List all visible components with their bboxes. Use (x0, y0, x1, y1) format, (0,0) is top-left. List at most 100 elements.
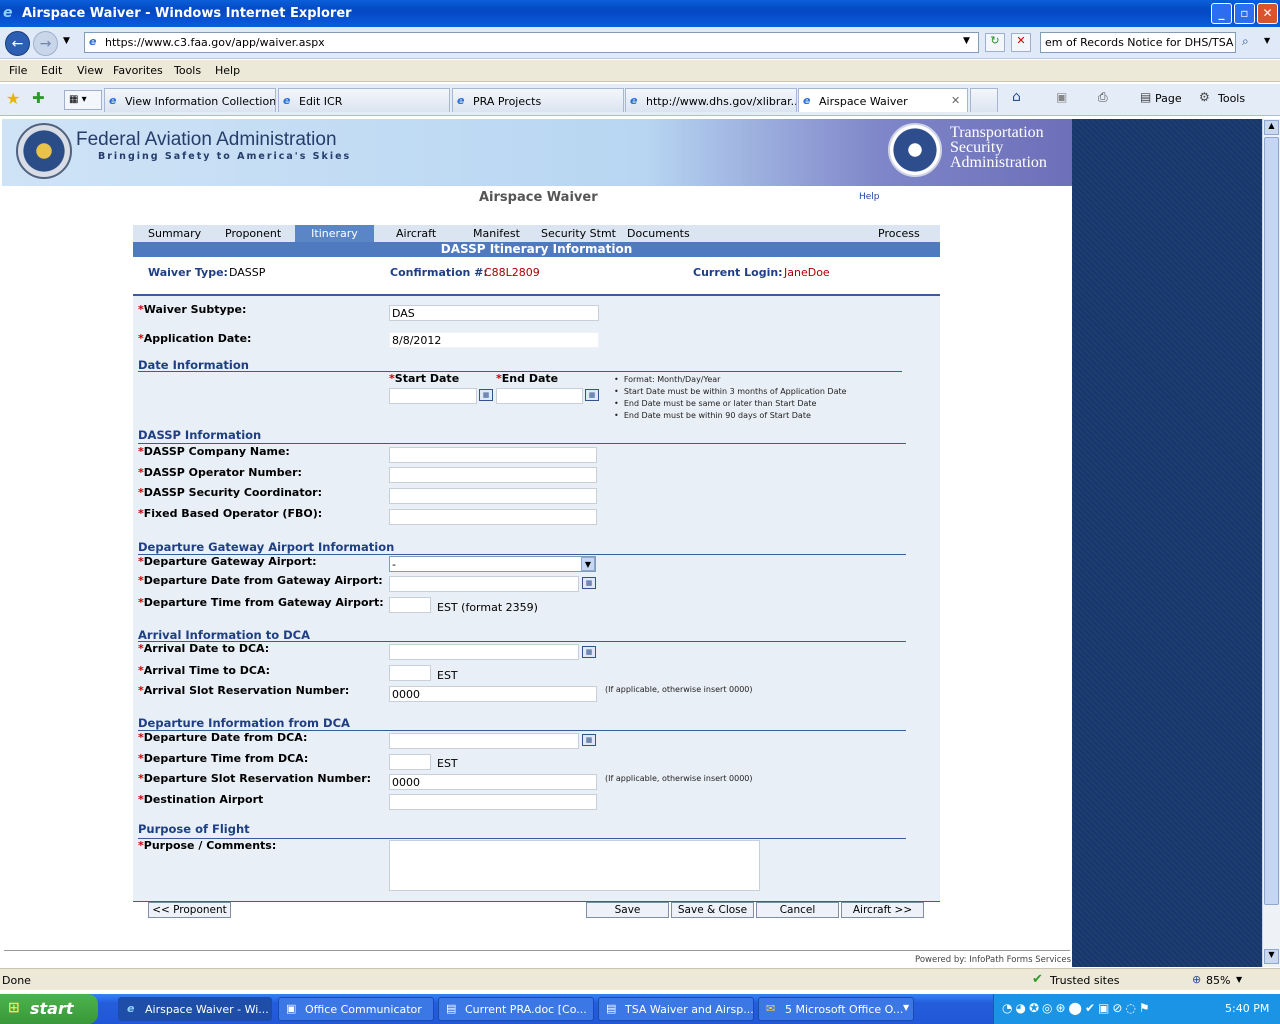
save-close-button[interactable]: Save & Close (671, 902, 754, 918)
search-icon[interactable]: ⌕ (1242, 34, 1249, 49)
previous-proponent-button[interactable]: << Proponent (148, 902, 231, 918)
calendar-icon[interactable]: ▦ (479, 389, 493, 401)
tray-icons[interactable]: ◔◕✪◎⊛⬤✔▣⊘◌⚑ (1002, 1001, 1153, 1015)
close-tab-icon[interactable]: ✕ (951, 94, 960, 107)
search-options-icon[interactable]: ▼ (1264, 36, 1270, 45)
tab-pra-projects[interactable]: e PRA Projects (452, 88, 624, 112)
nav-itinerary[interactable]: Itinerary (295, 225, 374, 242)
menu-edit[interactable]: Edit (41, 64, 62, 77)
departure-time-input[interactable] (389, 754, 431, 770)
start-button[interactable]: ⊞ start (0, 994, 98, 1024)
maximize-button[interactable]: ▫ (1234, 3, 1255, 24)
feeds-icon[interactable]: ▣ (1056, 90, 1067, 104)
new-tab-button[interactable] (970, 88, 998, 112)
calendar-icon[interactable]: ▦ (582, 577, 596, 589)
task-tsa-waiver[interactable]: ▤ TSA Waiver and Airsp... (598, 997, 754, 1021)
quick-tabs-button[interactable]: ▦ ▾ (64, 90, 102, 110)
print-icon[interactable]: ⎙ (1098, 90, 1108, 105)
nav-summary[interactable]: Summary (148, 227, 201, 240)
nav-process[interactable]: Process (878, 227, 920, 240)
arrival-slot-input[interactable]: 0000 (389, 686, 597, 702)
refresh-button[interactable]: ↻ (985, 33, 1005, 52)
end-date-input[interactable] (496, 388, 583, 404)
chevron-down-icon[interactable]: ▼ (581, 557, 595, 571)
ie-icon: e (127, 1002, 135, 1015)
nav-proponent[interactable]: Proponent (225, 227, 281, 240)
date-information-heading: Date Information (138, 358, 249, 372)
tab-airspace-waiver[interactable]: e Airspace Waiver ✕ (798, 88, 968, 112)
start-date-input[interactable] (389, 388, 477, 404)
help-link[interactable]: Help (859, 192, 880, 202)
calendar-icon[interactable]: ▦ (585, 389, 599, 401)
departure-slot-input[interactable]: 0000 (389, 774, 597, 790)
current-login-value: JaneDoe (784, 266, 830, 279)
scroll-down-icon[interactable]: ▼ (1264, 949, 1279, 964)
search-input[interactable]: em of Records Notice for DHS/TSA 002 (1040, 32, 1236, 53)
address-input[interactable]: e https://www.c3.faa.gov/app/waiver.aspx (84, 32, 979, 53)
stop-button[interactable]: ✕ (1011, 33, 1031, 52)
tab-edit-icr[interactable]: e Edit ICR (278, 88, 450, 112)
zoom-icon[interactable]: ⊕ (1192, 973, 1201, 986)
nav-security-stmt[interactable]: Security Stmt (541, 227, 616, 240)
zoom-dropdown-icon[interactable]: ▼ (1236, 975, 1242, 984)
forward-button[interactable]: → (33, 31, 58, 56)
address-dropdown-icon[interactable]: ▼ (963, 36, 970, 46)
page-icon: e (89, 35, 97, 48)
back-button[interactable]: ← (5, 31, 30, 56)
cancel-button[interactable]: Cancel (756, 902, 839, 918)
security-coordinator-input[interactable] (389, 488, 597, 504)
next-aircraft-button[interactable]: Aircraft >> (841, 902, 924, 918)
dhs-seal-logo (888, 123, 942, 177)
waiver-subtype-field[interactable]: DAS (389, 305, 599, 321)
waiver-subtype-label: *Waiver Subtype: (138, 303, 247, 316)
nav-manifest[interactable]: Manifest (473, 227, 520, 240)
add-favorites-icon[interactable]: ✚ (32, 89, 45, 107)
menu-favorites[interactable]: Favorites (113, 64, 163, 77)
faa-title: Federal Aviation Administration (76, 129, 337, 150)
calendar-icon[interactable]: ▦ (582, 734, 596, 746)
scrollbar-thumb[interactable] (1264, 137, 1279, 905)
nav-documents[interactable]: Documents (627, 227, 690, 240)
minimize-button[interactable]: _ (1211, 3, 1232, 24)
page-menu[interactable]: Page (1155, 92, 1182, 105)
save-button[interactable]: Save (586, 902, 669, 918)
home-icon[interactable]: ⌂ (1012, 89, 1021, 105)
close-window-button[interactable]: ✕ (1257, 3, 1278, 24)
gateway-date-input[interactable] (389, 576, 579, 592)
page-icon: e (803, 94, 811, 107)
departure-slot-note: (If applicable, otherwise insert 0000) (605, 774, 753, 783)
task-office-communicator[interactable]: ▣ Office Communicator (278, 997, 434, 1021)
purpose-textarea[interactable] (389, 840, 760, 891)
destination-airport-input[interactable] (389, 794, 597, 810)
arrival-heading: Arrival Information to DCA (138, 628, 310, 642)
departure-date-input[interactable] (389, 733, 579, 749)
task-airspace-waiver[interactable]: e Airspace Waiver - Wi... (118, 997, 272, 1021)
arrival-time-input[interactable] (389, 665, 431, 681)
operator-number-label: *DASSP Operator Number: (138, 466, 302, 479)
date-notes: • Format: Month/Day/Year • Start Date mu… (614, 375, 847, 420)
arrival-date-input[interactable] (389, 644, 579, 660)
menu-file[interactable]: File (9, 64, 27, 77)
security-coordinator-label: *DASSP Security Coordinator: (138, 486, 322, 499)
menu-tools[interactable]: Tools (174, 64, 201, 77)
task-office-group[interactable]: ✉ 5 Microsoft Office O... ▼ (758, 997, 914, 1021)
operator-number-input[interactable] (389, 467, 597, 483)
menu-help[interactable]: Help (215, 64, 240, 77)
tab-view-information-collection[interactable]: e View Information Collection ... (104, 88, 276, 112)
menu-view[interactable]: View (77, 64, 103, 77)
nav-aircraft[interactable]: Aircraft (396, 227, 436, 240)
gateway-airport-select[interactable]: - ▼ (389, 556, 596, 572)
vertical-scrollbar[interactable]: ▲ ▼ (1262, 119, 1280, 967)
recent-pages-dropdown-icon[interactable]: ▼ (63, 36, 70, 46)
page-icon: e (630, 94, 638, 107)
tab-dhs-library[interactable]: e http://www.dhs.gov/xlibrar... (625, 88, 797, 112)
task-current-pra-doc[interactable]: ▤ Current PRA.doc [Co... (438, 997, 594, 1021)
gateway-time-input[interactable] (389, 597, 431, 613)
tools-menu[interactable]: Tools (1218, 92, 1245, 105)
company-name-input[interactable] (389, 447, 597, 463)
scroll-up-icon[interactable]: ▲ (1264, 120, 1279, 135)
fbo-input[interactable] (389, 509, 597, 525)
zoom-level[interactable]: 85% (1206, 974, 1230, 987)
calendar-icon[interactable]: ▦ (582, 646, 596, 658)
favorites-star-icon[interactable]: ★ (6, 89, 20, 108)
